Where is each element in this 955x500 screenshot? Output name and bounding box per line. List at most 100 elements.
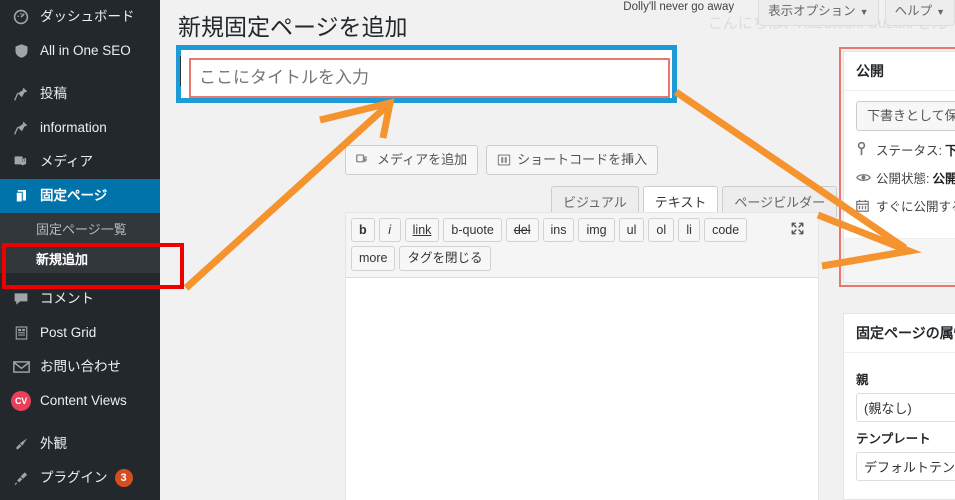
sidebar-item-post-grid[interactable]: Post Grid	[0, 316, 160, 350]
fullscreen-icon[interactable]	[790, 221, 805, 239]
add-media-button[interactable]: メディアを追加	[345, 145, 479, 175]
qt-italic-button[interactable]: i	[378, 218, 401, 243]
sidebar-item-all-in-one-seo[interactable]: All in One SEO	[0, 34, 160, 68]
attributes-box-title: 固定ページの属性	[856, 325, 955, 341]
sidebar-item-label: 投稿	[40, 86, 67, 102]
attributes-box-header: 固定ページの属性 ▲	[844, 314, 955, 353]
page-title: 新規固定ページを追加	[178, 14, 408, 40]
qt-bold-button[interactable]: b	[351, 218, 375, 243]
sidebar-item-plugins[interactable]: プラグイン 3	[0, 461, 160, 495]
page-icon	[11, 186, 31, 206]
publish-box-header: 公開 ▲	[844, 52, 955, 91]
sidebar-item-dashboard[interactable]: ダッシュボード	[0, 0, 160, 34]
text-cursor	[180, 56, 181, 86]
sidebar-item-label: メディア	[40, 154, 94, 170]
dolly-lyric-text: Dolly'll never go away	[623, 1, 735, 13]
brush-icon	[11, 434, 31, 454]
sidebar-item-label: プラグイン	[40, 470, 108, 486]
dashboard-icon	[11, 7, 31, 27]
parent-select[interactable]: (親なし)	[856, 393, 955, 422]
add-media-icon	[356, 152, 371, 167]
qt-ul-button[interactable]: ul	[618, 218, 645, 243]
title-field-highlight	[176, 45, 677, 103]
parent-label: 親	[856, 373, 869, 387]
add-media-label: メディアを追加	[377, 152, 468, 167]
save-draft-button[interactable]: 下書きとして保存	[856, 101, 955, 131]
qt-ins-button[interactable]: ins	[542, 218, 575, 243]
pin-marker-icon	[856, 142, 876, 156]
media-buttons-row: メディアを追加 ショートコードを挿入	[345, 145, 659, 175]
sidebar-item-label: ダッシュボード	[40, 9, 135, 25]
sidebar-item-label: 固定ページ	[40, 188, 108, 204]
schedule-prefix: すぐに公開する	[876, 199, 955, 214]
sidebar-add-new-highlight	[2, 243, 184, 289]
qt-img-button[interactable]: img	[578, 218, 615, 243]
main-content-wrap: こんにちは、Kazutoshi Suzuki さん Dolly'll never…	[160, 0, 955, 500]
quicktags-row-2: more タグを閉じる	[351, 246, 813, 271]
plugin-update-badge: 3	[114, 469, 133, 487]
sidebar-item-media[interactable]: メディア	[0, 145, 160, 179]
template-select-wrap: デフォルトテンプレート ▲▼	[856, 452, 955, 481]
sidebar-item-label: All in One SEO	[40, 43, 131, 59]
pin-icon	[11, 84, 31, 104]
publish-box-body: 下書きとして保存 プレビュー ステータス: 下書き 編集 公開状態:	[844, 91, 955, 215]
qt-bquote-button[interactable]: b-quote	[443, 218, 502, 243]
qt-ol-button[interactable]: ol	[648, 218, 675, 243]
qt-code-button[interactable]: code	[704, 218, 748, 243]
sidebar-item-posts[interactable]: 投稿	[0, 77, 160, 111]
insert-shortcode-button[interactable]: ショートコードを挿入	[486, 145, 659, 175]
chevron-down-icon: ▼	[859, 7, 869, 17]
help-label: ヘルプ	[894, 4, 933, 18]
cv-icon: CV	[11, 391, 31, 411]
grid-icon	[11, 323, 31, 343]
sidebar-separator	[0, 418, 160, 427]
quicktags-row-1: b i link b-quote del ins img ul ol li co…	[351, 218, 813, 243]
insert-shortcode-label: ショートコードを挿入	[517, 152, 648, 167]
editor-textarea[interactable]	[346, 277, 818, 500]
screen-options-label: 表示オプション	[768, 4, 856, 18]
visibility-row: 公開状態: 公開 編集	[856, 168, 955, 187]
schedule-row: すぐに公開する 編集	[856, 196, 955, 215]
post-editor: b i link b-quote del ins img ul ol li co…	[345, 212, 819, 500]
quicktags-toolbar: b i link b-quote del ins img ul ol li co…	[346, 213, 818, 278]
sidebar-item-label: Content Views	[40, 393, 127, 409]
sidebar-subitem-all-pages[interactable]: 固定ページ一覧	[0, 213, 160, 243]
status-value: 下書き	[944, 143, 955, 158]
sidebar-item-label: お問い合わせ	[40, 359, 121, 375]
qt-close-tags-button[interactable]: タグを閉じる	[399, 246, 491, 271]
sidebar-subitem-label: 固定ページ一覧	[36, 221, 127, 237]
publish-box-title: 公開	[856, 63, 884, 79]
shortcode-icon	[497, 153, 511, 167]
sidebar-item-pages[interactable]: 固定ページ	[0, 179, 160, 213]
qt-more-button[interactable]: more	[351, 246, 396, 271]
qt-li-button[interactable]: li	[678, 218, 701, 243]
screen-meta-bar: Dolly'll never go away 表示オプション ▼ ヘルプ ▼	[623, 0, 955, 26]
screen-options-tab[interactable]: 表示オプション ▼	[758, 0, 879, 26]
calendar-icon	[856, 199, 876, 212]
visibility-value: 公開	[932, 171, 955, 186]
sidebar-item-appearance[interactable]: 外観	[0, 427, 160, 461]
qt-link-button[interactable]: link	[404, 218, 440, 243]
wordpress-admin-screen: ダッシュボード All in One SEO 投稿 information メデ…	[0, 0, 955, 500]
publish-box: 公開 ▲ 下書きとして保存 プレビュー ステータス: 下書き 編集	[843, 51, 955, 283]
template-select[interactable]: デフォルトテンプレート	[856, 452, 955, 481]
mail-icon	[11, 357, 31, 377]
qt-del-button[interactable]: del	[505, 218, 539, 243]
sidebar-item-contact[interactable]: お問い合わせ	[0, 350, 160, 384]
parent-select-wrap: (親なし) ▲▼	[856, 393, 955, 422]
post-title-input[interactable]	[189, 58, 670, 98]
sidebar-item-label: コメント	[40, 291, 94, 307]
template-label: テンプレート	[856, 432, 931, 446]
sidebar-item-content-views[interactable]: CV Content Views	[0, 384, 160, 418]
shield-icon	[11, 41, 31, 61]
sidebar-separator	[0, 68, 160, 77]
sidebar-item-label: Post Grid	[40, 325, 97, 341]
sidebar-item-information[interactable]: information	[0, 111, 160, 145]
page-attributes-box: 固定ページの属性 ▲ 親 (親なし) ▲▼ テンプレート デフォルトテンプレート…	[843, 313, 955, 500]
publish-actions-row: 下書きとして保存 プレビュー	[856, 101, 955, 131]
help-tab[interactable]: ヘルプ ▼	[884, 0, 955, 26]
media-icon	[11, 152, 31, 172]
status-prefix: ステータス:	[876, 143, 942, 158]
plug-icon	[11, 468, 31, 488]
sidebar-item-label: information	[40, 120, 107, 136]
